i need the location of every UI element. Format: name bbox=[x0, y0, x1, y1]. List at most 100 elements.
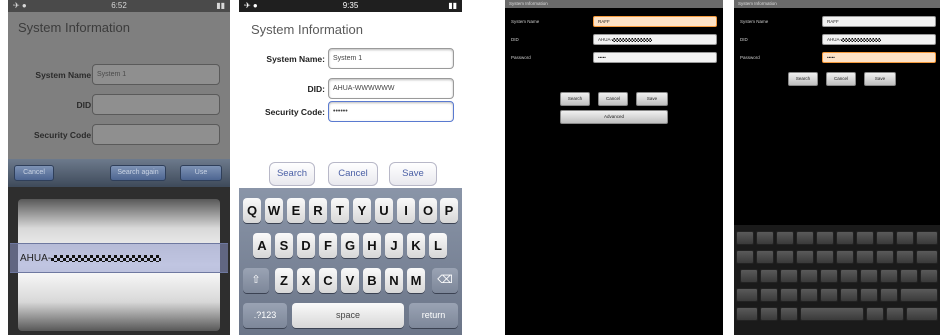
return-key[interactable]: return bbox=[409, 303, 458, 328]
keyboard-space-key[interactable] bbox=[800, 307, 864, 321]
key-e[interactable]: E bbox=[287, 198, 305, 223]
save-button[interactable]: Save bbox=[864, 72, 896, 86]
keyboard-key[interactable] bbox=[836, 250, 854, 264]
keyboard-key[interactable] bbox=[736, 231, 754, 245]
keyboard-key[interactable] bbox=[906, 307, 938, 321]
did-input[interactable]: AHUA- bbox=[822, 34, 936, 45]
keyboard-key[interactable] bbox=[900, 288, 938, 302]
shift-key[interactable]: ⇧ bbox=[243, 268, 269, 293]
key-v[interactable]: V bbox=[341, 268, 359, 293]
keyboard-key[interactable] bbox=[880, 288, 898, 302]
search-button[interactable]: Search bbox=[560, 92, 590, 106]
key-n[interactable]: N bbox=[385, 268, 403, 293]
key-x[interactable]: X bbox=[297, 268, 315, 293]
search-button[interactable]: Search bbox=[269, 162, 315, 186]
security-code-input[interactable]: •••••• bbox=[328, 101, 454, 122]
key-k[interactable]: K bbox=[407, 233, 425, 258]
keyboard-key[interactable] bbox=[796, 231, 814, 245]
keyboard-key[interactable] bbox=[820, 269, 838, 283]
security-code-input[interactable] bbox=[92, 124, 220, 145]
key-c[interactable]: C bbox=[319, 268, 337, 293]
keyboard-key[interactable] bbox=[856, 250, 874, 264]
keyboard-key[interactable] bbox=[756, 250, 774, 264]
keyboard-key[interactable] bbox=[916, 231, 938, 245]
search-again-button[interactable]: Search again bbox=[110, 165, 166, 181]
cancel-button[interactable]: Cancel bbox=[598, 92, 628, 106]
keyboard-key[interactable] bbox=[876, 250, 894, 264]
keyboard-key[interactable] bbox=[740, 269, 758, 283]
key-a[interactable]: A bbox=[253, 233, 271, 258]
key-j[interactable]: J bbox=[385, 233, 403, 258]
use-button[interactable]: Use bbox=[180, 165, 222, 181]
keyboard-key[interactable] bbox=[860, 269, 878, 283]
keyboard-key[interactable] bbox=[900, 269, 918, 283]
numbers-key[interactable]: .?123 bbox=[243, 303, 287, 328]
keyboard-key[interactable] bbox=[820, 288, 838, 302]
key-h[interactable]: H bbox=[363, 233, 381, 258]
backspace-key[interactable]: ⌫ bbox=[432, 268, 458, 293]
key-s[interactable]: S bbox=[275, 233, 293, 258]
key-o[interactable]: O bbox=[419, 198, 437, 223]
key-i[interactable]: I bbox=[397, 198, 415, 223]
keyboard-key[interactable] bbox=[776, 250, 794, 264]
keyboard-key[interactable] bbox=[800, 288, 818, 302]
did-input[interactable]: AHUA-WWWWWW bbox=[328, 78, 454, 99]
did-input[interactable] bbox=[92, 94, 220, 115]
keyboard-key[interactable] bbox=[760, 288, 778, 302]
keyboard-key[interactable] bbox=[756, 231, 774, 245]
cancel-button[interactable]: Cancel bbox=[826, 72, 856, 86]
keyboard-key[interactable] bbox=[856, 231, 874, 245]
key-b[interactable]: B bbox=[363, 268, 381, 293]
keyboard-key[interactable] bbox=[866, 307, 884, 321]
keyboard-key[interactable] bbox=[836, 231, 854, 245]
keyboard-key[interactable] bbox=[860, 288, 878, 302]
key-w[interactable]: W bbox=[265, 198, 283, 223]
key-r[interactable]: R bbox=[309, 198, 327, 223]
key-z[interactable]: Z bbox=[275, 268, 293, 293]
keyboard-key[interactable] bbox=[736, 288, 758, 302]
cancel-button[interactable]: Cancel bbox=[328, 162, 378, 186]
key-d[interactable]: D bbox=[297, 233, 315, 258]
keyboard-key[interactable] bbox=[776, 231, 794, 245]
key-t[interactable]: T bbox=[331, 198, 349, 223]
system-name-input[interactable]: RAFF bbox=[593, 16, 717, 27]
keyboard-key[interactable] bbox=[780, 269, 798, 283]
keyboard-key[interactable] bbox=[840, 288, 858, 302]
key-q[interactable]: Q bbox=[243, 198, 261, 223]
key-u[interactable]: U bbox=[375, 198, 393, 223]
keyboard-key[interactable] bbox=[840, 269, 858, 283]
keyboard-key[interactable] bbox=[760, 269, 778, 283]
key-l[interactable]: L bbox=[429, 233, 447, 258]
keyboard-key[interactable] bbox=[780, 307, 798, 321]
keyboard-key[interactable] bbox=[920, 269, 938, 283]
did-input[interactable]: AHUA- bbox=[593, 34, 717, 45]
key-g[interactable]: G bbox=[341, 233, 359, 258]
key-f[interactable]: F bbox=[319, 233, 337, 258]
keyboard-key[interactable] bbox=[780, 288, 798, 302]
key-m[interactable]: M bbox=[407, 268, 425, 293]
keyboard-key[interactable] bbox=[816, 231, 834, 245]
keyboard-key[interactable] bbox=[880, 269, 898, 283]
keyboard-key[interactable] bbox=[896, 231, 914, 245]
save-button[interactable]: Save bbox=[389, 162, 437, 186]
search-button[interactable]: Search bbox=[788, 72, 818, 86]
save-button[interactable]: Save bbox=[636, 92, 668, 106]
keyboard-key[interactable] bbox=[796, 250, 814, 264]
system-name-input[interactable]: RAFF bbox=[822, 16, 936, 27]
advanced-button[interactable]: Advanced bbox=[560, 110, 668, 124]
keyboard-key[interactable] bbox=[896, 250, 914, 264]
password-input[interactable]: ••••• bbox=[822, 52, 936, 63]
keyboard-key[interactable] bbox=[736, 307, 758, 321]
space-key[interactable]: space bbox=[292, 303, 404, 328]
password-input[interactable]: ••••• bbox=[593, 52, 717, 63]
keyboard-key[interactable] bbox=[816, 250, 834, 264]
did-picker[interactable]: AHUA- bbox=[8, 187, 230, 335]
picker-selected-value[interactable]: AHUA- bbox=[20, 253, 162, 264]
key-y[interactable]: Y bbox=[353, 198, 371, 223]
keyboard-key[interactable] bbox=[916, 250, 938, 264]
keyboard-key[interactable] bbox=[876, 231, 894, 245]
keyboard-key[interactable] bbox=[760, 307, 778, 321]
key-p[interactable]: P bbox=[440, 198, 458, 223]
system-name-input[interactable]: System 1 bbox=[92, 64, 220, 85]
keyboard-key[interactable] bbox=[736, 250, 754, 264]
